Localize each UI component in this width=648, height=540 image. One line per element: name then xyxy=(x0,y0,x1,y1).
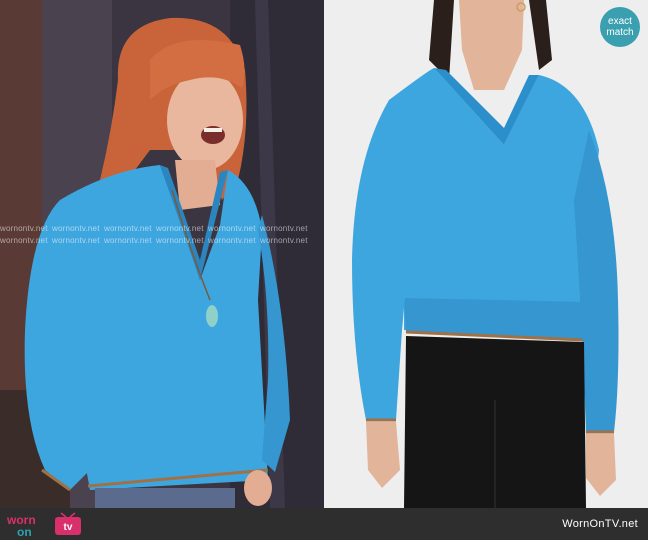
footer-domain[interactable]: WornOnTV.net xyxy=(562,518,638,530)
watermark-text: wornontv.net xyxy=(104,224,152,233)
left-photo xyxy=(0,0,324,508)
watermark-text: wornontv.net xyxy=(52,236,100,245)
watermark-text: wornontv.net xyxy=(52,224,100,233)
watermark-text: wornontv.net xyxy=(260,236,308,245)
right-product-panel: exact match xyxy=(324,0,648,508)
watermark-text: wornontv.net xyxy=(208,236,256,245)
exact-match-badge: exact match xyxy=(600,7,640,47)
watermark-text: wornontv.net xyxy=(0,236,48,245)
tv-icon: tv xyxy=(55,512,81,535)
watermark-text: wornontv.net xyxy=(156,224,204,233)
watermark-text: wornontv.net xyxy=(104,236,152,245)
watermark-text: wornontv.net xyxy=(0,224,48,233)
logo-tv-text: tv xyxy=(64,522,73,533)
watermark-text: wornontv.net xyxy=(260,224,308,233)
product-photo xyxy=(324,0,648,508)
footer-bar: worn on tv WornOnTV.net xyxy=(0,508,648,540)
badge-line-2: match xyxy=(606,27,634,38)
logo-word-bottom: on xyxy=(17,525,32,538)
left-photo-panel: wornontv.net wornontv.net wornontv.net worn… xyxy=(0,0,324,508)
watermark-text: wornontv.net xyxy=(208,224,256,233)
watermark-row: wornontv.net wornontv.net wornontv.net worn… xyxy=(0,223,324,247)
badge-line-1: exact xyxy=(608,16,632,27)
watermark-text: wornontv.net xyxy=(156,236,204,245)
wornontv-logo[interactable]: worn on tv xyxy=(5,511,85,538)
